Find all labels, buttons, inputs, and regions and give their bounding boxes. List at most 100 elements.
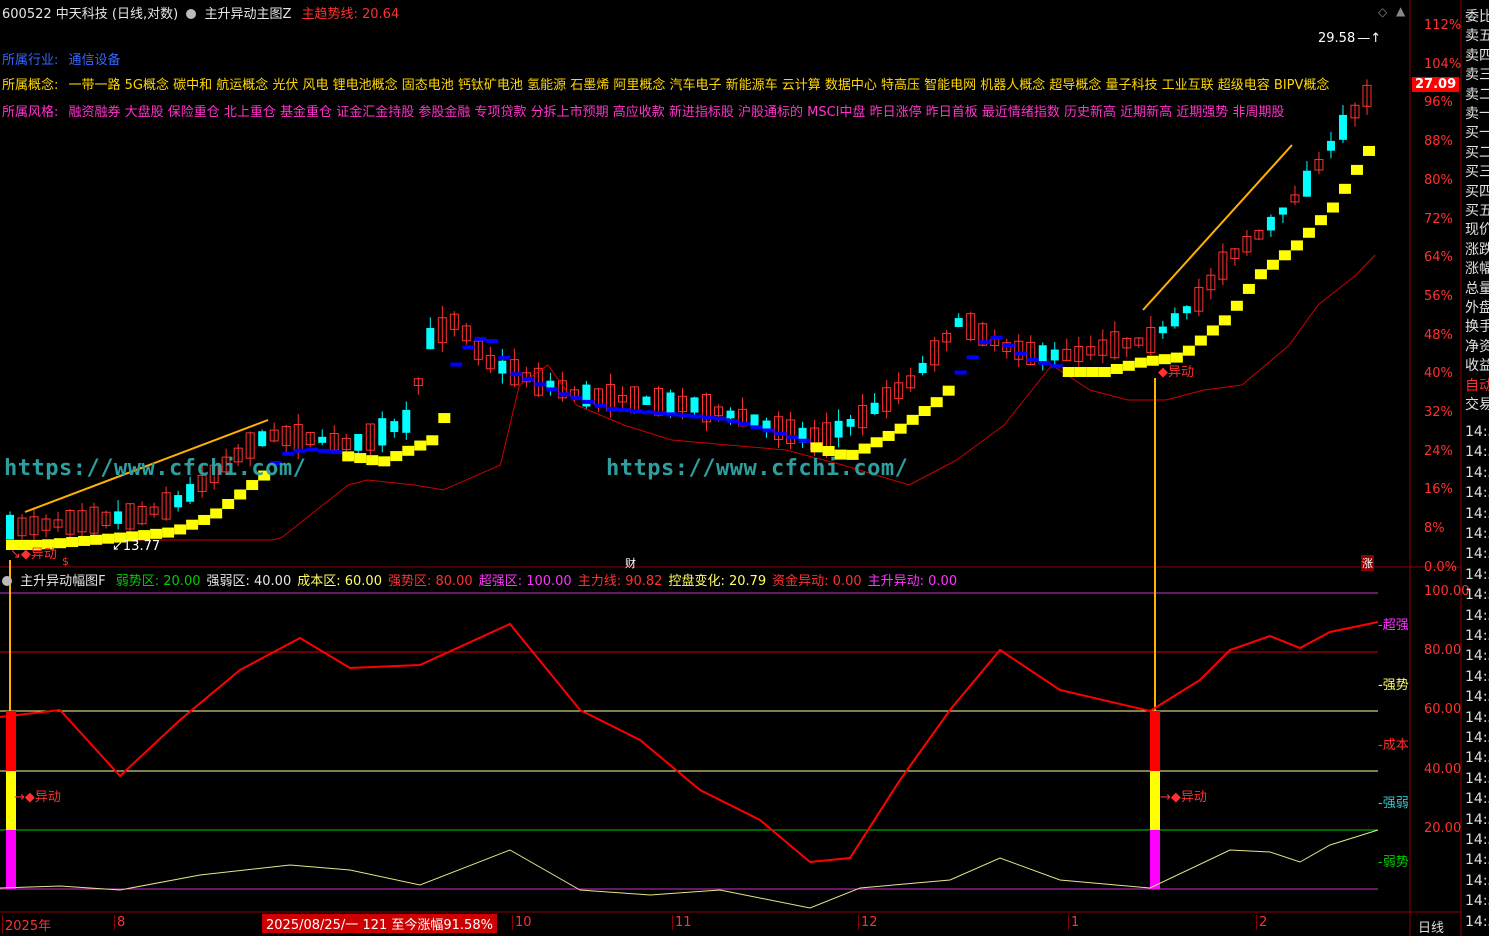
trend-step xyxy=(534,382,547,387)
trend-step xyxy=(726,418,739,423)
trend-step xyxy=(582,399,595,404)
price-tick: 8% xyxy=(1424,521,1445,537)
trend-step xyxy=(1290,240,1303,251)
sub-indicator-name[interactable]: 主升异动幅图F xyxy=(20,574,105,589)
sub-axis-tick: 20.00 xyxy=(1424,820,1462,836)
price-tick: 96% xyxy=(1424,95,1453,111)
right-panel-item[interactable]: 收益 xyxy=(1465,355,1489,375)
trend-step xyxy=(870,437,883,448)
stock-title[interactable]: 600522 中天科技 (日线,对数) xyxy=(2,7,178,22)
candle-body xyxy=(666,392,675,414)
zone-label: -弱势 xyxy=(1378,855,1409,870)
candle-body xyxy=(402,409,411,433)
right-panel-item[interactable]: 净资 xyxy=(1465,336,1489,356)
trend-step xyxy=(1026,357,1039,362)
price-tick: 56% xyxy=(1424,288,1453,304)
trend-step xyxy=(354,453,367,464)
price-tick: 24% xyxy=(1424,443,1453,459)
trend-step xyxy=(894,423,907,434)
right-panel-item[interactable]: 换手 xyxy=(1465,316,1489,336)
right-panel-time: 14:5 xyxy=(1465,709,1489,726)
limit-up-marker[interactable]: 涨 xyxy=(1361,555,1374,571)
right-panel-item[interactable]: 委比 xyxy=(1465,6,1489,26)
header-expand-icon[interactable]: ▲ xyxy=(1396,4,1405,18)
price-tick: 104% xyxy=(1424,56,1462,72)
right-panel-item[interactable]: 卖三 xyxy=(1465,64,1489,84)
trend-step xyxy=(942,385,955,396)
candle-body xyxy=(426,328,435,350)
candle-body xyxy=(1170,313,1179,327)
right-panel-item[interactable]: 买一 xyxy=(1465,122,1489,142)
price-tick: 48% xyxy=(1424,327,1453,343)
sub-param: 成本区: 60.00 xyxy=(297,574,382,589)
right-panel-item[interactable]: 买三 xyxy=(1465,161,1489,181)
trend-step xyxy=(318,448,331,453)
indicator-settings-icon[interactable] xyxy=(186,9,197,19)
price-tick: 40% xyxy=(1424,366,1453,382)
styles-label: 所属风格: xyxy=(2,105,59,120)
trend-step xyxy=(462,345,475,350)
right-panel-item[interactable]: 买四 xyxy=(1465,181,1489,201)
candle-body xyxy=(1302,170,1311,197)
candle-body xyxy=(1326,140,1335,151)
date-tick: 2025年 xyxy=(2,915,51,934)
trend-step xyxy=(498,355,511,360)
styles-row: 所属风格: 融资融券 大盘股 保险重仓 北上重仓 基金重仓 证金汇金持股 参股金… xyxy=(2,101,1284,120)
candle-body xyxy=(1158,326,1167,334)
signal-bar xyxy=(1150,830,1160,889)
trend-step xyxy=(666,412,679,417)
trend-step xyxy=(1230,300,1243,311)
low-label: ↙13.77 xyxy=(112,539,161,554)
right-panel-time: 14:5 xyxy=(1465,424,1489,440)
trend-step xyxy=(570,396,583,401)
trend-step xyxy=(366,455,379,466)
trend-step xyxy=(798,438,811,443)
trend-step xyxy=(1110,363,1123,374)
trend-step xyxy=(234,489,247,500)
trend-step xyxy=(810,442,823,453)
trend-step xyxy=(450,362,463,367)
right-panel-time: 14:5 xyxy=(1465,546,1489,563)
right-panel-item[interactable]: 涨跌 xyxy=(1465,239,1489,259)
sub-param: 超强区: 100.00 xyxy=(478,574,572,589)
right-panel-time: 14:5 xyxy=(1465,852,1489,869)
indicator-name[interactable]: 主升异动主图Z xyxy=(204,7,291,22)
trend-step xyxy=(474,336,487,341)
price-tick: 16% xyxy=(1424,482,1453,498)
control-change-line xyxy=(0,829,1379,909)
finance-marker[interactable]: 财 xyxy=(625,555,636,571)
candle-body xyxy=(390,421,399,433)
trend-step xyxy=(426,435,439,446)
industry-row: 所属行业: 通信设备 xyxy=(2,49,121,68)
daily-button[interactable]: 日线 xyxy=(1418,917,1444,936)
trend-step xyxy=(342,451,355,462)
right-panel-item[interactable]: 卖二 xyxy=(1465,84,1489,104)
right-panel-item[interactable]: 买五 xyxy=(1465,200,1489,220)
concepts-label: 所属概念: xyxy=(2,78,59,93)
right-panel-item[interactable]: 涨幅 xyxy=(1465,258,1489,278)
right-panel-time: 14:5 xyxy=(1465,791,1489,808)
header-diamond-icon[interactable]: ◇ xyxy=(1378,5,1387,19)
right-panel-item[interactable]: 卖一 xyxy=(1465,103,1489,123)
sub-axis-tick: 100.00 xyxy=(1424,584,1470,599)
right-panel-item[interactable]: 现价 xyxy=(1465,219,1489,239)
right-panel-item[interactable]: 自动 xyxy=(1465,375,1489,395)
candle-body xyxy=(1182,306,1191,314)
right-panel-time: 14:5 xyxy=(1465,587,1489,604)
right-panel-item[interactable]: 外盘 xyxy=(1465,297,1489,317)
right-panel-item[interactable]: 交易 xyxy=(1465,394,1489,414)
trend-step xyxy=(1218,315,1231,326)
right-panel-item[interactable]: 卖五 xyxy=(1465,25,1489,45)
right-panel-item[interactable]: 卖四 xyxy=(1465,45,1489,65)
candle-body xyxy=(174,495,183,508)
dollar-marker[interactable]: $ xyxy=(62,555,69,568)
right-panel-item[interactable]: 总量 xyxy=(1465,278,1489,298)
right-panel-item[interactable]: 买二 xyxy=(1465,142,1489,162)
sub-param: 强势区: 80.00 xyxy=(387,574,473,589)
right-panel-time: 14:5 xyxy=(1465,730,1489,746)
trend-step xyxy=(522,377,535,382)
trend-step xyxy=(918,406,931,416)
candle-body xyxy=(918,362,927,374)
sub-settings-icon[interactable] xyxy=(2,576,12,586)
right-panel-time: 14:5 xyxy=(1465,628,1489,644)
